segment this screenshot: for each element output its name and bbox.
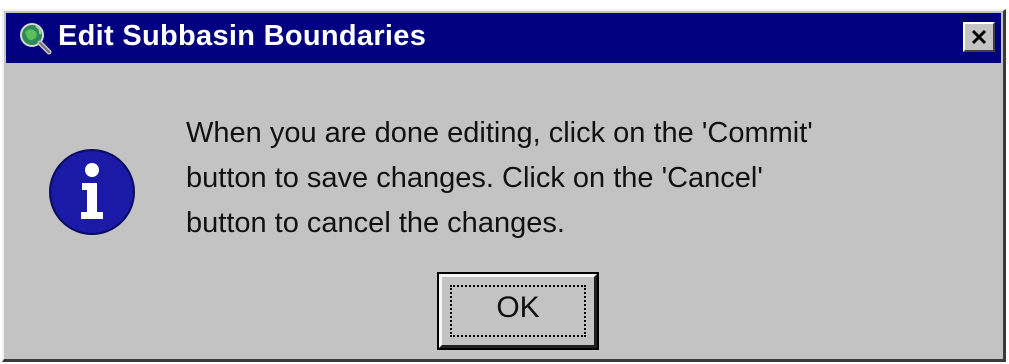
dialog-message: When you are done editing, click on the …: [186, 117, 813, 239]
information-icon: [46, 146, 138, 238]
ok-button[interactable]: OK: [437, 272, 599, 350]
globe-magnifier-icon: [18, 21, 52, 55]
close-icon: [971, 29, 987, 45]
window-title: Edit Subbasin Boundaries: [58, 20, 427, 52]
title-bar[interactable]: Edit Subbasin Boundaries: [6, 13, 1001, 63]
close-button[interactable]: [963, 22, 995, 52]
ok-button-label: OK: [496, 291, 540, 324]
edit-subbasin-dialog: Edit Subbasin Boundaries When you are do…: [2, 9, 1006, 362]
